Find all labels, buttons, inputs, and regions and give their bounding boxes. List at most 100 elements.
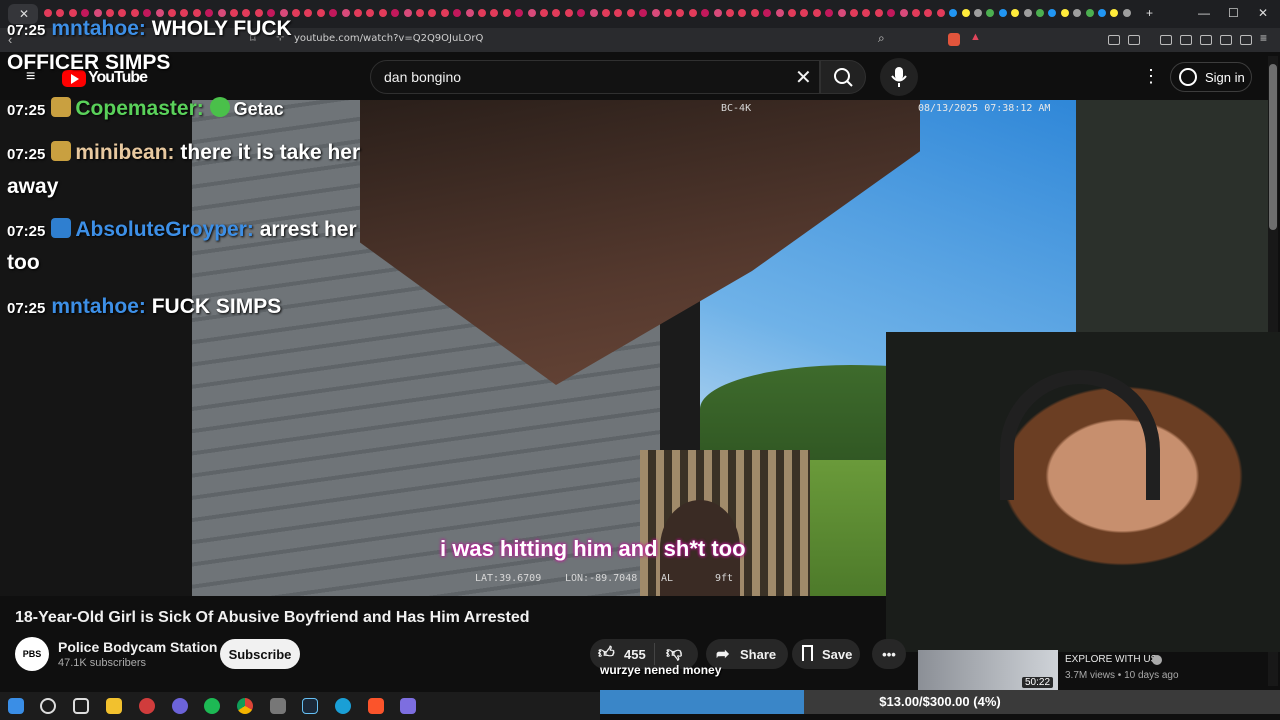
tab-favicon-icon[interactable] bbox=[701, 9, 710, 17]
brave-rewards-icon[interactable]: ▲ bbox=[970, 31, 981, 43]
scrollbar-thumb[interactable] bbox=[1269, 64, 1277, 230]
save-button[interactable]: Save bbox=[792, 639, 860, 669]
tab-favicon-icon[interactable] bbox=[936, 9, 945, 17]
minimize-icon[interactable]: — bbox=[1198, 6, 1210, 20]
sign-in-button[interactable]: Sign in bbox=[1170, 62, 1252, 92]
tab-favicon-icon[interactable] bbox=[341, 9, 350, 17]
tab-favicon-icon[interactable] bbox=[887, 9, 896, 17]
tab-favicon-icon[interactable] bbox=[1048, 9, 1057, 17]
brave-icon[interactable] bbox=[368, 698, 384, 714]
channel-name[interactable]: Police Bodycam Station bbox=[58, 639, 217, 655]
search-input[interactable]: dan bongino bbox=[384, 69, 461, 85]
tab-favicon-icon[interactable] bbox=[552, 9, 561, 17]
leo-icon[interactable] bbox=[1220, 35, 1232, 45]
tab-favicon-icon[interactable] bbox=[1098, 9, 1106, 17]
wallet-icon[interactable] bbox=[1200, 35, 1212, 45]
tab-favicon-icon[interactable] bbox=[726, 9, 734, 17]
new-tab-icon[interactable]: + bbox=[1146, 6, 1153, 20]
tab-favicon-icon[interactable] bbox=[440, 9, 449, 17]
tab-favicon-icon[interactable] bbox=[788, 9, 796, 17]
search-button[interactable] bbox=[820, 60, 866, 94]
url-text[interactable]: youtube.com/watch?v=Q2Q9OJuLOrQ bbox=[294, 33, 483, 44]
tab-favicon-icon[interactable] bbox=[502, 9, 511, 17]
windows-start-icon[interactable] bbox=[8, 698, 24, 714]
more-options-icon[interactable]: ⋮ bbox=[1142, 66, 1160, 87]
tab-favicon-icon[interactable] bbox=[949, 9, 958, 17]
steam-icon[interactable] bbox=[302, 698, 318, 714]
zoom-icon[interactable]: ⌕ bbox=[878, 31, 885, 46]
obs-icon[interactable] bbox=[139, 698, 155, 714]
tab-favicon-icon[interactable] bbox=[924, 9, 933, 17]
tab-favicon-icon[interactable] bbox=[750, 9, 759, 17]
brave-shields-icon[interactable] bbox=[948, 33, 960, 46]
tab-favicon-icon[interactable] bbox=[304, 9, 313, 17]
tab-favicon-icon[interactable] bbox=[986, 9, 995, 17]
maximize-icon[interactable]: ☐ bbox=[1228, 6, 1239, 20]
tab-favicon-icon[interactable] bbox=[577, 9, 586, 17]
tab-favicon-icon[interactable] bbox=[850, 9, 858, 17]
tab-favicon-icon[interactable] bbox=[391, 9, 400, 17]
tab-favicon-icon[interactable] bbox=[800, 9, 809, 17]
tab-favicon-icon[interactable] bbox=[564, 9, 573, 17]
tab-favicon-icon[interactable] bbox=[961, 9, 970, 17]
file-explorer-icon[interactable] bbox=[106, 698, 122, 714]
tab-favicon-icon[interactable] bbox=[651, 9, 660, 17]
tab-favicon-icon[interactable] bbox=[366, 9, 375, 17]
tab-favicon-icon[interactable] bbox=[515, 9, 524, 17]
tab-favicon-icon[interactable] bbox=[912, 9, 920, 17]
sidebar-icon[interactable] bbox=[1180, 35, 1192, 45]
tab-favicon-icon[interactable] bbox=[527, 9, 536, 17]
tab-favicon-icon[interactable] bbox=[1110, 9, 1119, 17]
tab-favicon-icon[interactable] bbox=[899, 9, 908, 17]
dislike-icon[interactable]: 👎︎ bbox=[666, 644, 682, 663]
tab-favicon-icon[interactable] bbox=[316, 9, 325, 17]
tab-favicon-icon[interactable] bbox=[478, 9, 486, 17]
tab-favicon-icon[interactable] bbox=[403, 9, 412, 17]
tab-favicon-icon[interactable] bbox=[738, 9, 747, 17]
tab-favicon-icon[interactable] bbox=[874, 9, 883, 17]
tab-favicon-icon[interactable] bbox=[1023, 9, 1032, 17]
edge-icon[interactable] bbox=[335, 698, 351, 714]
like-count[interactable]: 455 bbox=[624, 647, 646, 662]
app-icon-2[interactable] bbox=[400, 698, 416, 714]
tab-favicon-icon[interactable] bbox=[490, 9, 499, 17]
vpn-icon[interactable] bbox=[1240, 35, 1252, 45]
tab-favicon-icon[interactable] bbox=[378, 9, 387, 17]
tab-favicon-icon[interactable] bbox=[775, 9, 784, 17]
tab-favicon-icon[interactable] bbox=[825, 9, 834, 17]
window-close-icon[interactable]: ✕ bbox=[1258, 6, 1268, 20]
tab-favicon-icon[interactable] bbox=[1085, 9, 1094, 17]
taskbar-search-icon[interactable] bbox=[40, 698, 56, 714]
tab-favicon-icon[interactable] bbox=[639, 9, 648, 17]
tab-favicon-icon[interactable] bbox=[428, 9, 437, 17]
extensions-icon[interactable] bbox=[1108, 35, 1120, 45]
discord-icon[interactable] bbox=[172, 698, 188, 714]
chrome-icon[interactable] bbox=[237, 698, 253, 714]
tab-favicon-icon[interactable] bbox=[1011, 9, 1020, 17]
subscribe-button[interactable]: Subscribe bbox=[220, 639, 300, 669]
tab-favicon-icon[interactable] bbox=[453, 9, 462, 17]
tab-favicon-icon[interactable] bbox=[812, 9, 821, 17]
tab-favicon-icon[interactable] bbox=[688, 9, 697, 17]
music-icon[interactable] bbox=[1160, 35, 1172, 45]
tab-favicon-icon[interactable] bbox=[837, 9, 846, 17]
tab-favicon-icon[interactable] bbox=[664, 9, 672, 17]
tab-favicon-icon[interactable] bbox=[589, 9, 598, 17]
tab-favicon-icon[interactable] bbox=[540, 9, 548, 17]
spotify-icon[interactable] bbox=[204, 698, 220, 714]
tab-favicon-icon[interactable] bbox=[1073, 9, 1082, 17]
voice-search-button[interactable] bbox=[880, 58, 918, 96]
channel-avatar[interactable]: PBS bbox=[15, 637, 49, 671]
app-icon[interactable] bbox=[270, 698, 286, 714]
clear-search-icon[interactable]: ✕ bbox=[795, 65, 812, 90]
tab-favicon-icon[interactable] bbox=[602, 9, 610, 17]
tab-favicon-icon[interactable] bbox=[1036, 9, 1044, 17]
tab-favicon-icon[interactable] bbox=[465, 9, 474, 17]
tab-favicon-icon[interactable] bbox=[626, 9, 635, 17]
media-icon[interactable] bbox=[1128, 35, 1140, 45]
tab-favicon-icon[interactable] bbox=[676, 9, 685, 17]
tab-favicon-icon[interactable] bbox=[974, 9, 982, 17]
tab-favicon-icon[interactable] bbox=[614, 9, 623, 17]
tab-favicon-icon[interactable] bbox=[354, 9, 362, 17]
menu-icon[interactable]: ≡ bbox=[1260, 31, 1267, 45]
